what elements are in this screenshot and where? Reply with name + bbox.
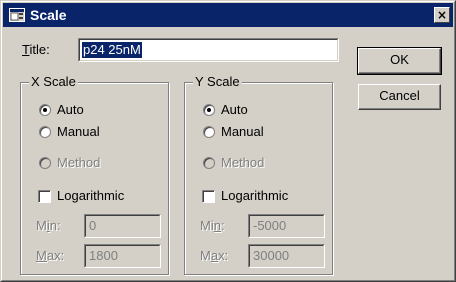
y-logarithmic-checkbox[interactable]: Logarithmic — [202, 188, 312, 204]
title-label: Title: — [22, 42, 50, 57]
y-max-field: 30000 — [248, 244, 325, 268]
radio-checked-icon — [203, 104, 215, 116]
checkbox-icon — [38, 190, 51, 203]
title-bar[interactable]: Scale × — [3, 3, 453, 27]
close-icon: × — [436, 8, 448, 22]
app-window-icon — [9, 8, 25, 22]
ok-button[interactable]: OK — [357, 47, 442, 75]
x-max-field: 1800 — [84, 244, 161, 268]
title-input-value: p24 25nM — [82, 42, 142, 58]
y-min-field: -5000 — [248, 214, 325, 238]
y-auto-radio[interactable]: Auto — [203, 102, 283, 118]
x-scale-legend: X Scale — [29, 74, 78, 90]
radio-disabled-icon — [203, 157, 215, 169]
close-button[interactable]: × — [434, 7, 450, 23]
y-min-label: Min: — [200, 218, 225, 233]
x-min-label: Min: — [36, 218, 61, 233]
scale-dialog: Scale × Title: p24 25nM OK Cancel X Scal… — [0, 0, 456, 282]
y-manual-radio[interactable]: Manual — [203, 124, 293, 140]
radio-unchecked-icon — [203, 126, 215, 138]
radio-unchecked-icon — [39, 126, 51, 138]
x-max-label: Max: — [36, 248, 65, 263]
radio-disabled-icon — [39, 157, 51, 169]
x-method-radio: Method — [39, 155, 129, 171]
y-max-label: Max: — [200, 248, 229, 263]
x-auto-radio[interactable]: Auto — [39, 102, 119, 118]
cancel-button[interactable]: Cancel — [358, 84, 441, 110]
x-manual-radio[interactable]: Manual — [39, 124, 129, 140]
checkbox-icon — [202, 190, 215, 203]
y-method-radio: Method — [203, 155, 293, 171]
x-logarithmic-checkbox[interactable]: Logarithmic — [38, 188, 148, 204]
y-scale-legend: Y Scale — [193, 74, 242, 90]
title-input[interactable]: p24 25nM — [78, 38, 339, 62]
radio-checked-icon — [39, 104, 51, 116]
window-title: Scale — [30, 7, 67, 23]
x-min-field: 0 — [84, 214, 161, 238]
